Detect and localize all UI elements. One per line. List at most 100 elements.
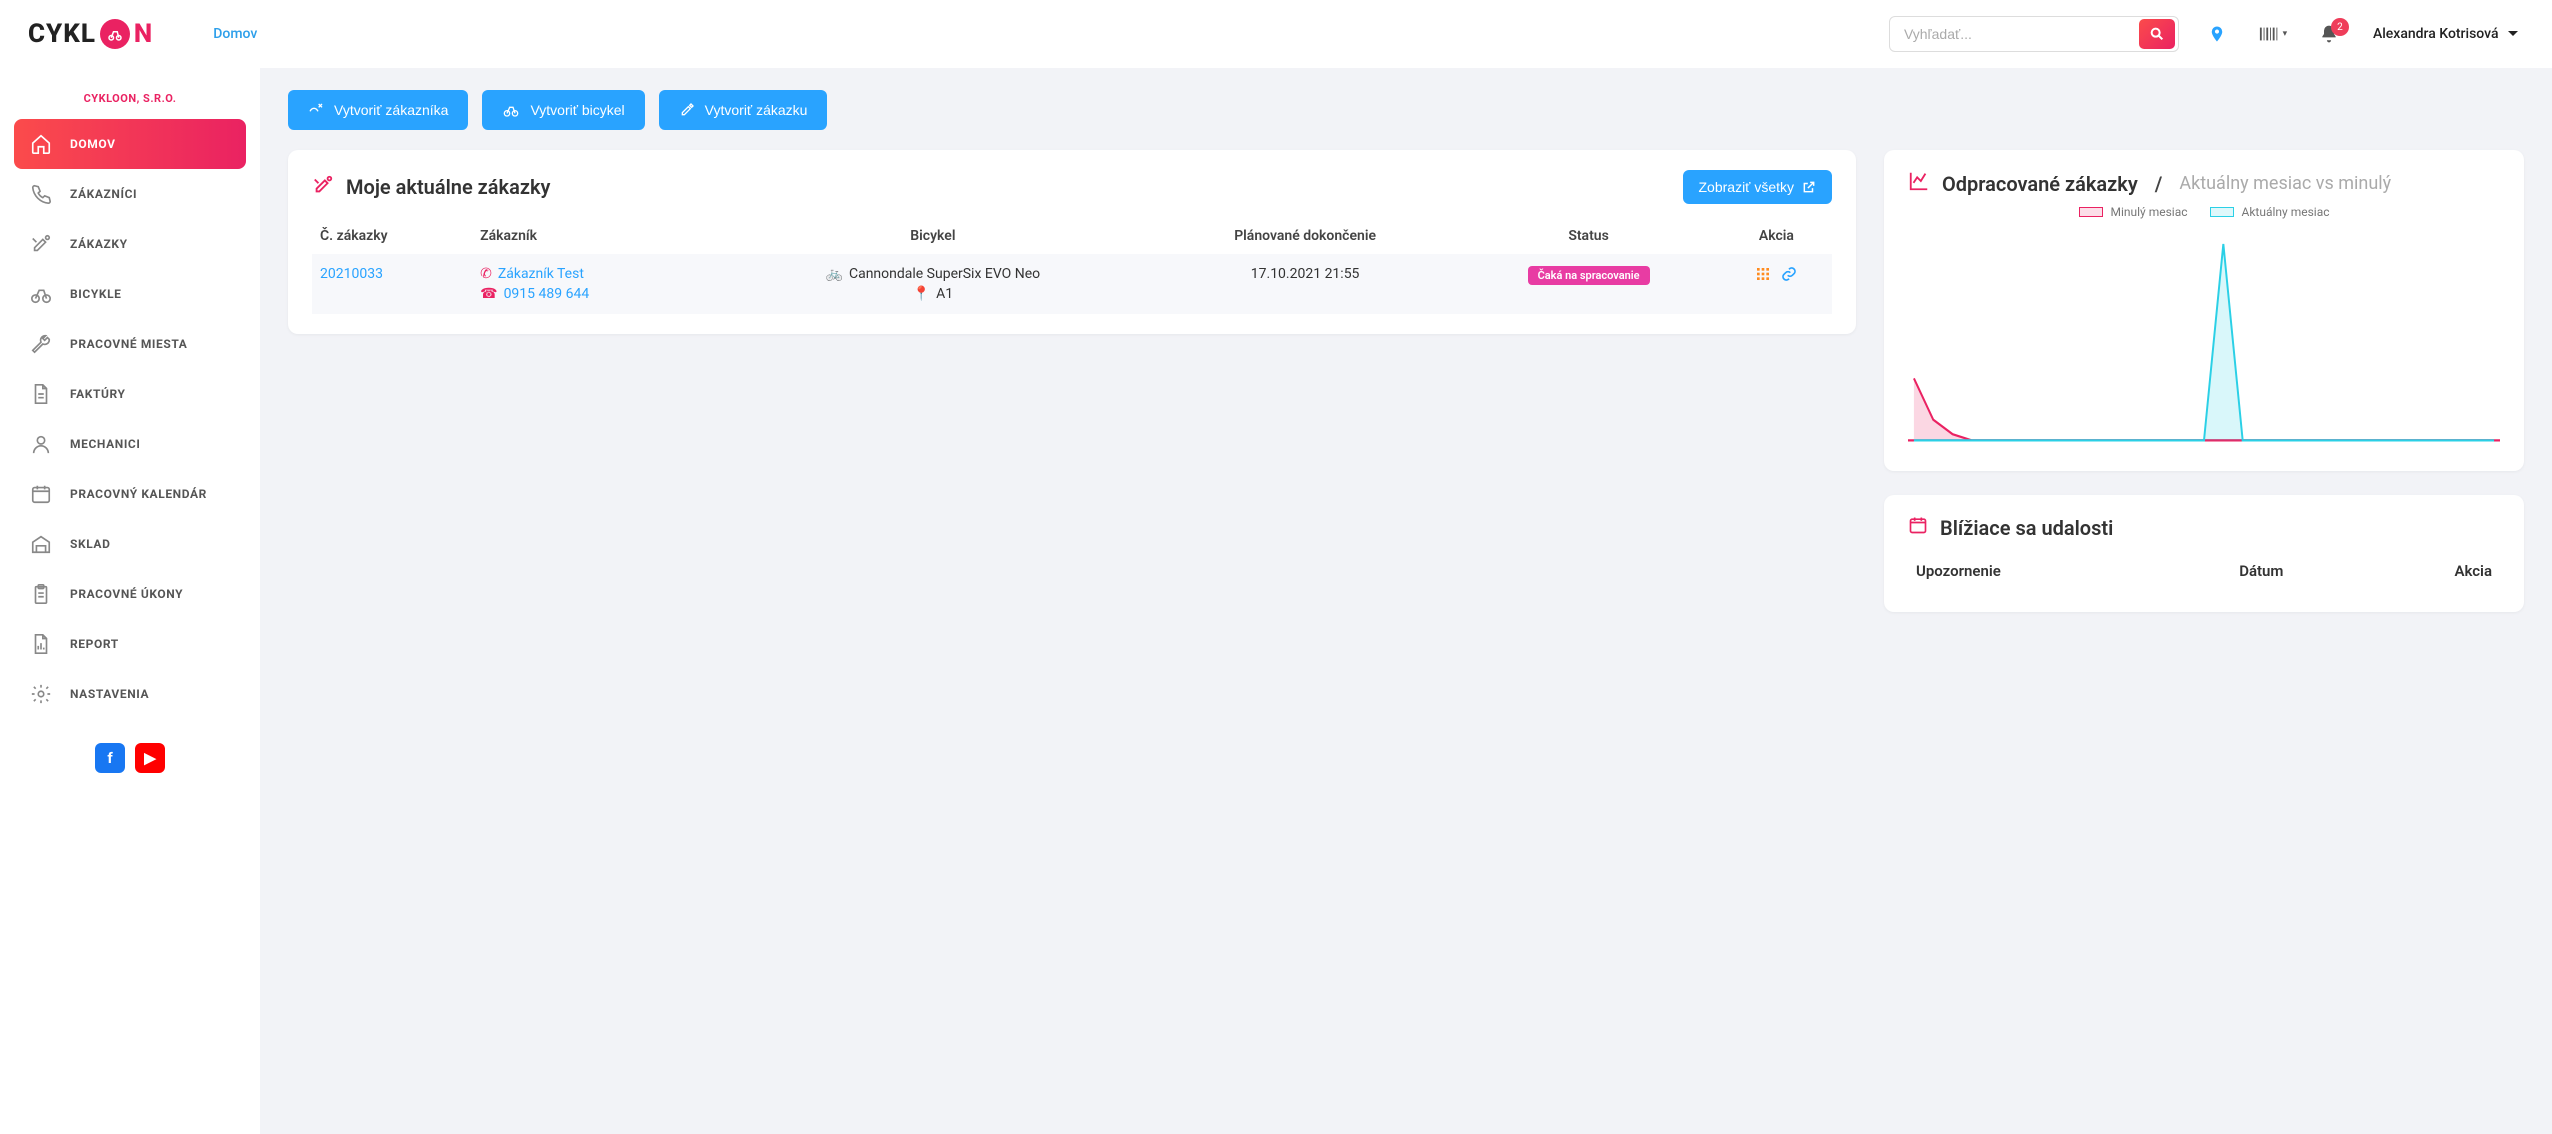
sidebar-item-calendar[interactable]: PRACOVNÝ KALENDÁR (14, 469, 246, 519)
topbar: CYKL N Domov ▾ 2 Alexandra Kotrisová (0, 0, 2552, 68)
sidebar-item-label: DOMOV (70, 137, 116, 151)
notifications-badge: 2 (2331, 18, 2349, 36)
phone-icon: ☎ (480, 286, 497, 302)
facebook-link[interactable]: f (95, 743, 125, 773)
planned-date: 17.10.2021 21:55 (1154, 254, 1456, 314)
sidebar-item-tools[interactable]: ZÁKAZKY (14, 219, 246, 269)
col-date: Dátum (2233, 552, 2373, 590)
bike-icon (28, 283, 54, 305)
create-bike-label: Vytvoriť bicykel (530, 102, 624, 118)
calendar-icon (1908, 515, 1928, 540)
logo-text-2: N (134, 19, 153, 49)
order-link[interactable]: 20210033 (320, 266, 383, 282)
bike-icon: 🚲 (826, 266, 843, 282)
create-customer-button[interactable]: Vytvoriť zákazníka (288, 90, 468, 130)
worked-chart (1908, 227, 2500, 447)
logo[interactable]: CYKL N (28, 19, 153, 49)
breadcrumb[interactable]: Domov (213, 26, 257, 42)
sidebar-item-warehouse[interactable]: SKLAD (14, 519, 246, 569)
sidebar-item-bike[interactable]: BICYKLE (14, 269, 246, 319)
orders-table: Č. zákazky Zákazník Bicykel Plánované do… (312, 218, 1832, 314)
events-table: Upozornenie Dátum Akcia (1908, 550, 2500, 592)
phone-icon (28, 183, 54, 205)
phone-link[interactable]: 0915 489 644 (504, 286, 590, 302)
show-all-orders-button[interactable]: Zobraziť všetky (1683, 170, 1833, 204)
col-bike: Bicykel (712, 218, 1154, 254)
notifications-button[interactable]: 2 (2311, 24, 2347, 44)
tools-icon (679, 102, 695, 118)
sidebar: CYKLOON, S.R.O. DOMOVZÁKAZNÍCIZÁKAZKYBIC… (0, 68, 260, 1134)
link-action-icon[interactable] (1781, 266, 1797, 286)
create-bike-button[interactable]: Vytvoriť bicykel (482, 90, 644, 130)
search-box (1889, 16, 2179, 52)
worked-subtitle: Aktuálny mesiac vs minulý (2179, 173, 2391, 194)
social-links: f ▶ (14, 743, 246, 773)
sidebar-item-report[interactable]: REPORT (14, 619, 246, 669)
youtube-link[interactable]: ▶ (135, 743, 165, 773)
chart-legend: Minulý mesiac Aktuálny mesiac (1908, 205, 2500, 219)
logo-roundel-icon (100, 19, 130, 49)
col-customer: Zákazník (472, 218, 712, 254)
chart-icon (1908, 170, 1930, 197)
sidebar-item-label: PRACOVNÝ KALENDÁR (70, 487, 207, 501)
sidebar-item-label: MECHANICI (70, 437, 141, 451)
barcode-button[interactable]: ▾ (2255, 25, 2291, 43)
sidebar-item-user[interactable]: MECHANICI (14, 419, 246, 469)
tools-icon (28, 233, 54, 255)
user-menu[interactable]: Alexandra Kotrisová (2367, 26, 2524, 42)
events-title: Blížiace sa udalosti (1940, 516, 2113, 540)
sidebar-item-file[interactable]: FAKTÚRY (14, 369, 246, 419)
orders-title: Moje aktuálne zákazky (346, 175, 550, 199)
create-customer-label: Vytvoriť zákazníka (334, 102, 448, 118)
legend-cur: Aktuálny mesiac (2242, 205, 2330, 219)
worked-title: Odpracované zákazky (1942, 172, 2138, 196)
sidebar-item-label: PRACOVNÉ ÚKONY (70, 587, 183, 601)
search-button[interactable] (2139, 19, 2175, 49)
orders-card: Moje aktuálne zákazky Zobraziť všetky Č.… (288, 150, 1856, 334)
user-icon (28, 433, 54, 455)
sidebar-item-label: NASTAVENIA (70, 687, 149, 701)
col-order-no: Č. zákazky (312, 218, 472, 254)
tools-icon (312, 174, 334, 201)
clipboard-icon (28, 583, 54, 605)
table-row: 20210033 ✆ Zákazník Test ☎ 0915 489 644 🚲 C… (312, 254, 1832, 314)
search-input[interactable] (1890, 26, 2136, 42)
bike-icon (502, 102, 520, 118)
customer-icon (308, 102, 324, 118)
home-icon (28, 133, 54, 155)
sidebar-item-label: ZÁKAZNÍCI (70, 187, 137, 201)
file-icon (28, 383, 54, 405)
main-content: Vytvoriť zákazníka Vytvoriť bicykel Vytv… (260, 68, 2552, 1134)
sidebar-item-label: BICYKLE (70, 287, 122, 301)
bike-name: Cannondale SuperSix EVO Neo (849, 266, 1040, 282)
pin-icon: 📍 (913, 286, 930, 302)
sidebar-item-wrench[interactable]: PRACOVNÉ MIESTA (14, 319, 246, 369)
sidebar-item-gear[interactable]: NASTAVENIA (14, 669, 246, 719)
warehouse-icon (28, 533, 54, 555)
col-evt-action: Akcia (2375, 552, 2498, 590)
calendar-icon (28, 483, 54, 505)
location-button[interactable] (2199, 25, 2235, 43)
sidebar-item-label: FAKTÚRY (70, 387, 126, 401)
customer-icon: ✆ (480, 266, 492, 282)
sidebar-item-label: SKLAD (70, 537, 110, 551)
sidebar-item-clipboard[interactable]: PRACOVNÉ ÚKONY (14, 569, 246, 619)
legend-prev: Minulý mesiac (2111, 205, 2188, 219)
col-action: Akcia (1721, 218, 1832, 254)
wrench-icon (28, 333, 54, 355)
logo-text-1: CYKL (28, 19, 96, 49)
user-name: Alexandra Kotrisová (2373, 26, 2499, 42)
sidebar-item-home[interactable]: DOMOV (14, 119, 246, 169)
show-all-label: Zobraziť všetky (1699, 179, 1795, 195)
barcode-icon (2259, 25, 2281, 43)
col-status: Status (1456, 218, 1720, 254)
create-order-button[interactable]: Vytvoriť zákazku (659, 90, 828, 130)
col-planned: Plánované dokončenie (1154, 218, 1456, 254)
quick-actions: Vytvoriť zákazníka Vytvoriť bicykel Vytv… (288, 90, 2524, 130)
pin-icon (2208, 25, 2226, 43)
grid-action-icon[interactable] (1755, 266, 1771, 286)
customer-link[interactable]: Zákazník Test (498, 266, 584, 282)
bike-location: A1 (936, 286, 953, 302)
sidebar-item-phone[interactable]: ZÁKAZNÍCI (14, 169, 246, 219)
sidebar-item-label: ZÁKAZKY (70, 237, 128, 251)
